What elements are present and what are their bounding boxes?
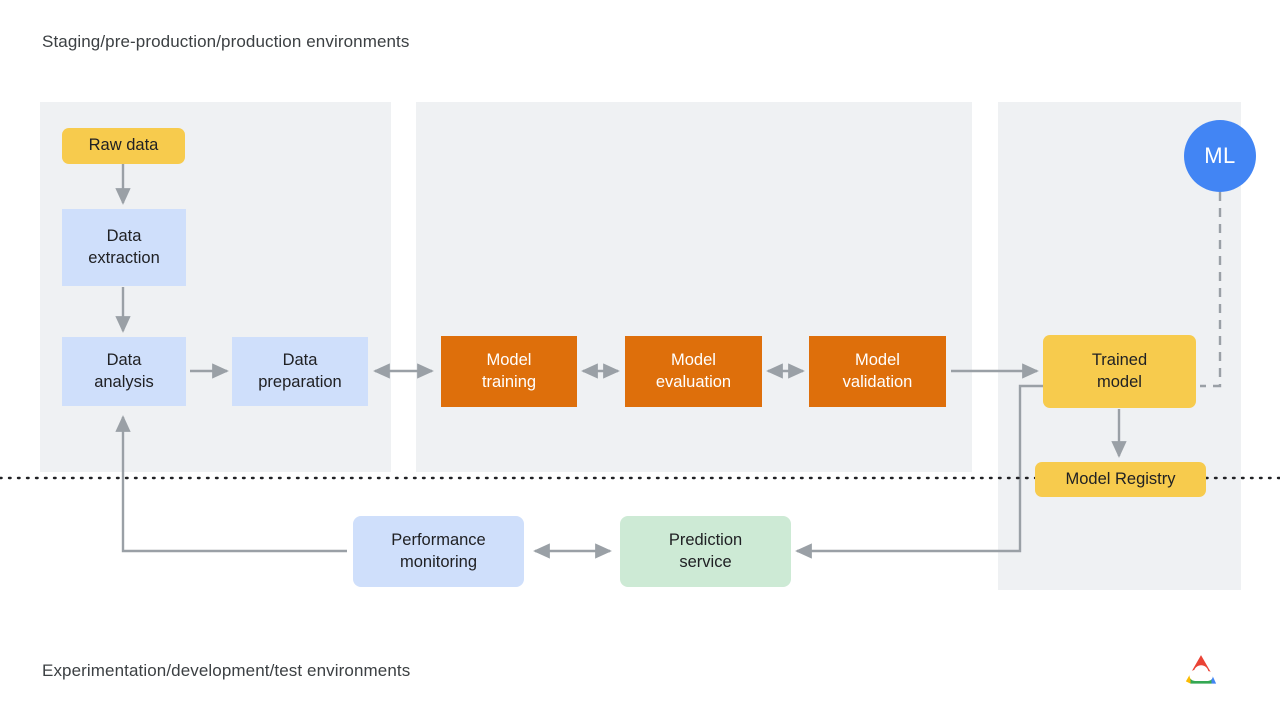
node-performance-monitoring-label-line2: monitoring <box>399 552 478 571</box>
node-trained-model[interactable]: Trained model <box>1043 335 1196 408</box>
node-data-extraction-label-line1: Data <box>106 226 142 245</box>
node-model-evaluation[interactable]: Model evaluation <box>625 336 762 407</box>
ml-badge-icon: ML <box>1184 120 1256 192</box>
node-model-evaluation-label-line1: Model <box>671 350 716 369</box>
node-model-registry-label: Model Registry <box>1065 469 1176 488</box>
node-data-preparation-label-line1: Data <box>282 350 318 369</box>
node-trained-model-label-line1: Trained <box>1091 350 1148 369</box>
node-data-analysis[interactable]: Data analysis <box>62 337 186 406</box>
node-model-training[interactable]: Model training <box>441 336 577 407</box>
node-data-preparation[interactable]: Data preparation <box>232 337 368 406</box>
node-prediction-service[interactable]: Prediction service <box>620 516 791 587</box>
node-model-validation[interactable]: Model validation <box>809 336 946 407</box>
google-cloud-logo-icon <box>1185 655 1217 684</box>
node-trained-model-label-line2: model <box>1097 372 1142 391</box>
diagram-canvas: Staging/pre-production/production enviro… <box>0 0 1280 720</box>
node-model-evaluation-label-line2: evaluation <box>655 372 732 391</box>
node-model-registry[interactable]: Model Registry <box>1035 462 1206 497</box>
node-data-preparation-label-line2: preparation <box>258 372 342 391</box>
node-data-analysis-label-line2: analysis <box>94 372 154 391</box>
node-prediction-service-label-line1: Prediction <box>668 530 743 549</box>
node-model-training-label-line2: training <box>481 372 537 391</box>
bottom-environment-caption: Experimentation/development/test environ… <box>42 661 411 680</box>
top-environment-caption: Staging/pre-production/production enviro… <box>42 32 410 51</box>
node-data-extraction[interactable]: Data extraction <box>62 209 186 286</box>
node-data-analysis-label-line1: Data <box>106 350 142 369</box>
node-model-validation-label-line1: Model <box>855 350 900 369</box>
node-model-training-label-line1: Model <box>486 350 532 369</box>
node-performance-monitoring[interactable]: Performance monitoring <box>353 516 524 587</box>
google-cloud-logo <box>1180 652 1222 688</box>
panel-middle-model-pipeline <box>416 102 972 472</box>
node-raw-data[interactable]: Raw data <box>62 128 185 164</box>
node-performance-monitoring-label-line1: Performance <box>391 530 486 549</box>
ml-badge-label: ML <box>1204 143 1236 168</box>
node-prediction-service-label-line2: service <box>679 552 732 571</box>
node-model-validation-label-line2: validation <box>842 372 913 391</box>
node-raw-data-label: Raw data <box>88 136 159 155</box>
node-data-extraction-label-line2: extraction <box>88 248 160 267</box>
